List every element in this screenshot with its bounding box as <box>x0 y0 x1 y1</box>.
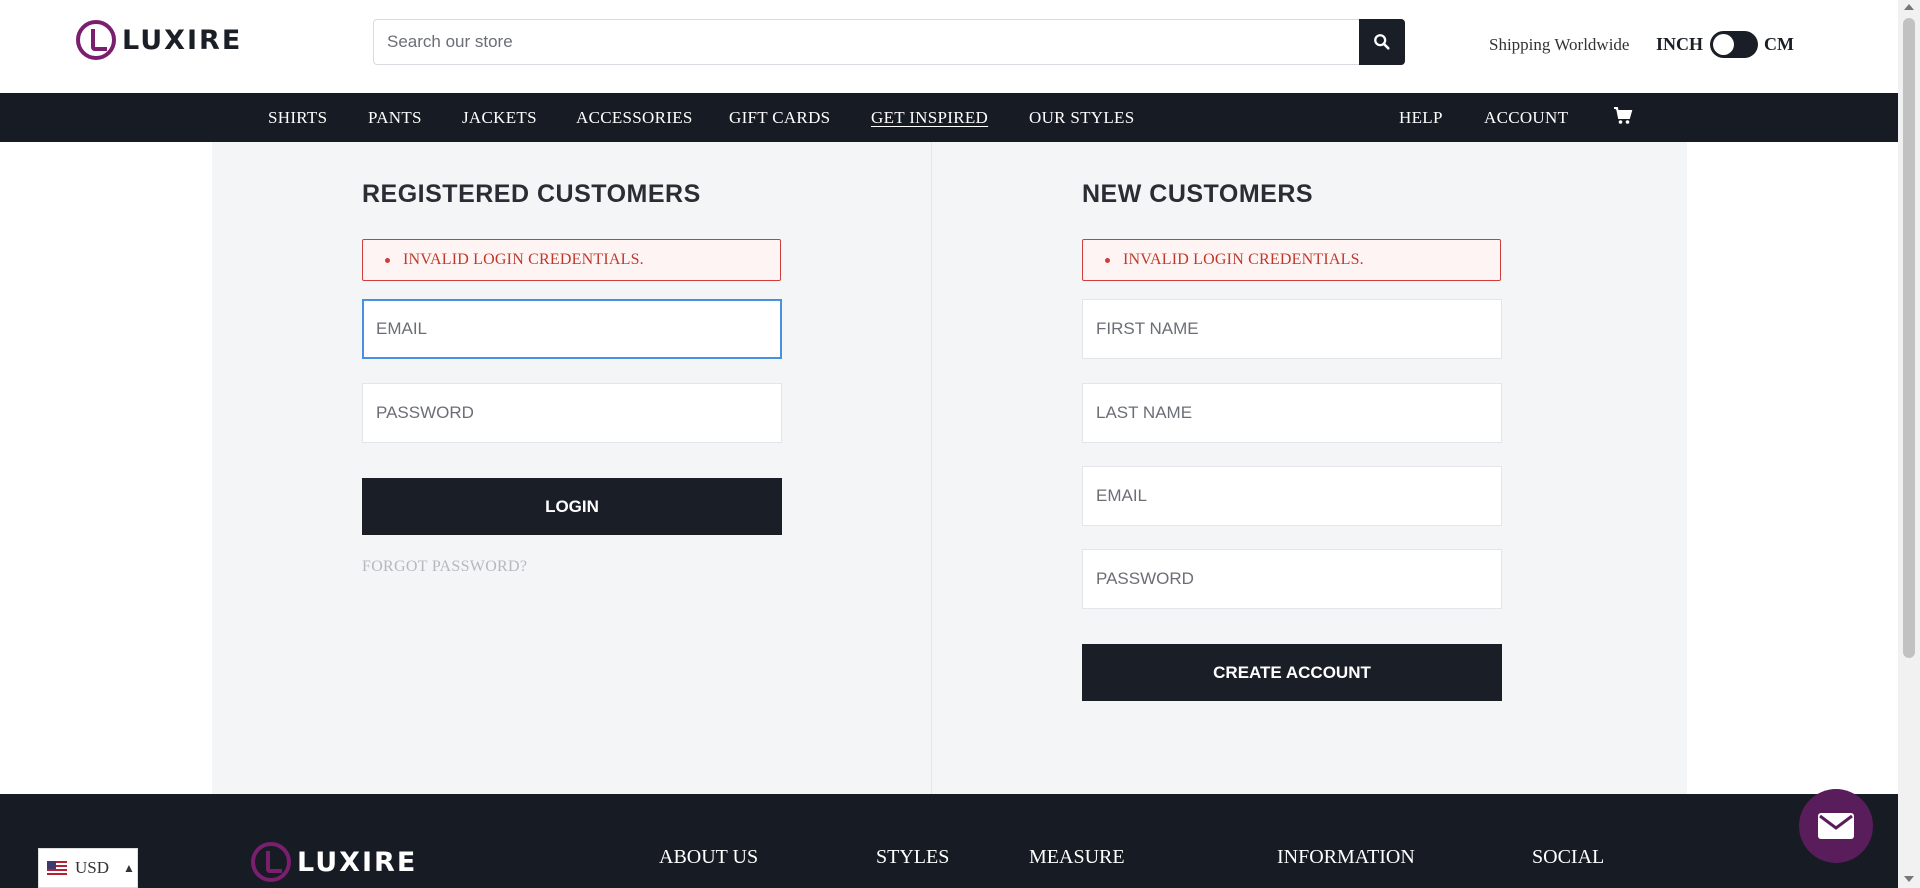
nav-item-help[interactable]: HELP <box>1399 108 1443 128</box>
nav-item-shirts[interactable]: SHIRTS <box>268 108 327 128</box>
column-divider <box>931 142 932 794</box>
us-flag-icon <box>47 861 67 875</box>
nav-item-get-inspired[interactable]: GET INSPIRED <box>871 108 988 128</box>
nav-item-account[interactable]: ACCOUNT <box>1484 108 1568 128</box>
error-bullet <box>1105 258 1110 263</box>
nav-item-jackets[interactable]: JACKETS <box>462 108 537 128</box>
footer-logo-mark-icon <box>251 842 291 882</box>
search-bar <box>373 19 1405 65</box>
logo-mark-icon <box>76 20 116 60</box>
footer-about-us[interactable]: ABOUT US <box>659 846 758 869</box>
login-email-field[interactable] <box>362 299 782 359</box>
nav-item-pants[interactable]: PANTS <box>368 108 422 128</box>
login-error-box: INVALID LOGIN CREDENTIALS. <box>362 239 781 281</box>
chat-button[interactable] <box>1799 789 1873 863</box>
footer-social[interactable]: SOCIAL <box>1532 846 1604 869</box>
login-panel: REGISTERED CUSTOMERS INVALID LOGIN CREDE… <box>212 142 1687 794</box>
search-input[interactable] <box>374 20 1359 64</box>
mail-icon <box>1818 813 1854 839</box>
create-account-button[interactable]: CREATE ACCOUNT <box>1082 644 1502 701</box>
login-error-message: INVALID LOGIN CREDENTIALS. <box>403 251 644 268</box>
search-button[interactable] <box>1359 19 1405 65</box>
nav-item-our-styles[interactable]: OUR STYLES <box>1029 108 1134 128</box>
last-name-field[interactable] <box>1082 383 1502 443</box>
login-button[interactable]: LOGIN <box>362 478 782 535</box>
main-nav: SHIRTS PANTS JACKETS ACCESSORIES GIFT CA… <box>0 93 1898 142</box>
logo-text: LUXIRE <box>122 24 243 56</box>
site-header: LUXIRE Shipping Worldwide INCH CM <box>0 0 1898 93</box>
unit-inch-label: INCH <box>1656 34 1704 54</box>
login-password-field[interactable] <box>362 383 782 443</box>
footer-information[interactable]: INFORMATION <box>1277 846 1415 869</box>
footer-logo-text: LUXIRE <box>297 846 418 878</box>
chevron-up-icon: ▲ <box>123 860 135 875</box>
registered-customers-title: REGISTERED CUSTOMERS <box>362 180 701 208</box>
cart-icon[interactable] <box>1613 107 1633 125</box>
page-scrollbar[interactable] <box>1898 0 1920 888</box>
currency-code: USD <box>75 858 110 877</box>
toggle-knob <box>1713 34 1734 55</box>
register-email-field[interactable] <box>1082 466 1502 526</box>
footer-measure[interactable]: MEASURE <box>1029 846 1125 869</box>
site-logo[interactable]: LUXIRE <box>76 20 242 60</box>
nav-item-gift-cards[interactable]: GIFT CARDS <box>729 108 830 128</box>
register-error-message: INVALID LOGIN CREDENTIALS. <box>1123 251 1364 268</box>
first-name-field[interactable] <box>1082 299 1502 359</box>
error-bullet <box>385 258 390 263</box>
new-customers-title: NEW CUSTOMERS <box>1082 180 1314 208</box>
nav-item-accessories[interactable]: ACCESSORIES <box>576 108 693 128</box>
footer-styles[interactable]: STYLES <box>876 846 949 869</box>
unit-cm-label: CM <box>1764 34 1794 54</box>
register-password-field[interactable] <box>1082 549 1502 609</box>
unit-toggle[interactable] <box>1710 31 1758 58</box>
forgot-password-link[interactable]: FORGOT PASSWORD? <box>362 558 527 576</box>
site-footer: LUXIRE ABOUT US STYLES MEASURE INFORMATI… <box>0 794 1898 888</box>
scroll-down-arrow-icon[interactable] <box>1904 876 1914 882</box>
footer-logo[interactable]: LUXIRE <box>251 842 417 882</box>
register-error-box: INVALID LOGIN CREDENTIALS. <box>1082 239 1501 281</box>
currency-selector[interactable]: USD ▲ <box>38 848 138 888</box>
scroll-thumb[interactable] <box>1903 18 1915 658</box>
scroll-up-arrow-icon[interactable] <box>1904 4 1914 10</box>
search-icon <box>1374 34 1390 50</box>
shipping-worldwide-link[interactable]: Shipping Worldwide <box>1489 35 1629 55</box>
